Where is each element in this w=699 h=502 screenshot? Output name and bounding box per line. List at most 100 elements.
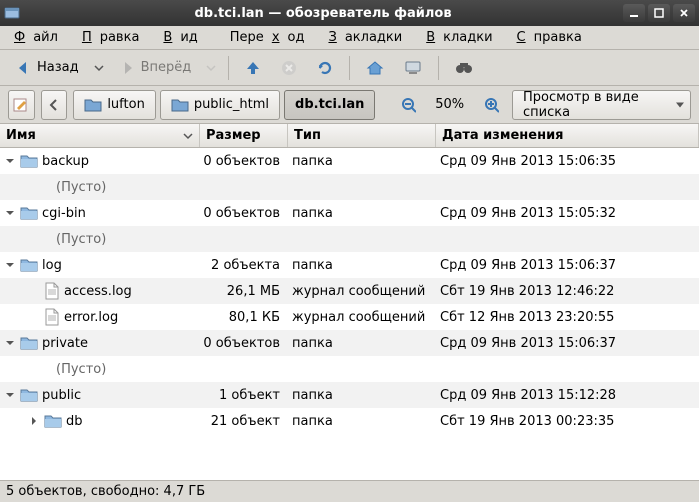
view-mode-label: Просмотр в виде списка — [523, 90, 670, 120]
item-type: папка — [288, 258, 436, 273]
item-size: 0 объектов — [200, 206, 288, 221]
computer-button[interactable] — [396, 54, 430, 82]
folder-row[interactable]: backup0 объектовпапкаСрд 09 Янв 2013 15:… — [0, 148, 699, 174]
view-mode-select[interactable]: Просмотр в виде списка — [512, 90, 691, 120]
item-date: Срд 09 Янв 2013 15:06:37 — [436, 258, 699, 273]
item-date: Сбт 12 Янв 2013 23:20:55 — [436, 310, 699, 325]
folder-icon — [20, 335, 38, 351]
chevron-left-icon — [49, 99, 59, 111]
folder-row[interactable]: log2 объектапапкаСрд 09 Янв 2013 15:06:3… — [0, 252, 699, 278]
item-name: db — [66, 414, 83, 429]
empty-row: (Пусто) — [0, 226, 699, 252]
folder-row[interactable]: cgi-bin0 объектовпапкаСрд 09 Янв 2013 15… — [0, 200, 699, 226]
location-bar: luftonpublic_htmldb.tci.lan 50% Просмотр… — [0, 86, 699, 124]
folder-row[interactable]: public1 объектпапкаСрд 09 Янв 2013 15:12… — [0, 382, 699, 408]
expand-toggle[interactable] — [4, 155, 16, 167]
arrow-right-icon — [119, 59, 137, 77]
back-button[interactable]: Назад — [8, 54, 86, 82]
file-row[interactable]: error.log 80,1 КБжурнал сообщенийСбт 12 Я… — [0, 304, 699, 330]
file-tree[interactable]: backup0 объектовпапкаСрд 09 Янв 2013 15:… — [0, 148, 699, 480]
binoculars-icon — [454, 59, 474, 77]
expand-toggle[interactable] — [4, 337, 16, 349]
maximize-button[interactable] — [648, 4, 670, 22]
up-button[interactable] — [237, 54, 269, 82]
zoom-in-button[interactable] — [476, 91, 506, 119]
titlebar: db.tci.lan — обозреватель файлов — [0, 0, 699, 26]
search-button[interactable] — [447, 54, 481, 82]
file-icon — [44, 308, 60, 326]
zoom-label: 50% — [429, 97, 470, 112]
empty-label: (Пусто) — [4, 180, 106, 195]
expand-toggle[interactable] — [28, 415, 40, 427]
folder-icon — [20, 205, 38, 221]
reload-button[interactable] — [309, 54, 341, 82]
folder-row[interactable]: private0 объектовпапкаСрд 09 Янв 2013 15… — [0, 330, 699, 356]
minimize-button[interactable] — [623, 4, 645, 22]
item-date: Сбт 19 Янв 2013 12:46:22 — [436, 284, 699, 299]
item-name: public — [42, 388, 81, 403]
status-text: 5 объектов, свободно: 4,7 ГБ — [6, 484, 205, 499]
home-icon — [365, 59, 385, 77]
expand-toggle[interactable] — [4, 389, 16, 401]
item-size: 2 объекта — [200, 258, 288, 273]
expand-toggle[interactable] — [4, 259, 16, 271]
forward-button: Вперёд — [112, 54, 199, 82]
close-button[interactable] — [673, 4, 695, 22]
folder-row[interactable]: db 21 объектпапкаСбт 19 Янв 2013 00:23:35 — [0, 408, 699, 434]
item-type: папка — [288, 336, 436, 351]
empty-label: (Пусто) — [4, 362, 106, 377]
file-row[interactable]: access.log26,1 МБжурнал сообщенийСбт 19 … — [0, 278, 699, 304]
separator — [228, 56, 229, 80]
item-size: 0 объектов — [200, 336, 288, 351]
zoom-in-icon — [483, 96, 499, 114]
chevron-down-icon — [94, 63, 104, 73]
home-button[interactable] — [358, 54, 392, 82]
menu-edit[interactable]: Правка — [74, 28, 155, 47]
expand-toggle[interactable] — [4, 207, 16, 219]
path-root-button[interactable] — [41, 90, 68, 120]
item-size: 21 объект — [200, 414, 288, 429]
column-name[interactable]: Имя — [0, 124, 200, 147]
item-date: Срд 09 Янв 2013 15:05:32 — [436, 206, 699, 221]
edit-path-button[interactable] — [8, 90, 35, 120]
zoom-out-icon — [400, 96, 416, 114]
toolbar: Назад Вперёд — [0, 50, 699, 86]
zoom-out-button[interactable] — [393, 91, 423, 119]
item-size: 80,1 КБ — [200, 310, 288, 325]
app-icon — [4, 5, 20, 21]
menu-file[interactable]: Файл — [6, 28, 74, 47]
item-type: папка — [288, 414, 436, 429]
empty-label: (Пусто) — [4, 232, 106, 247]
item-name: error.log — [64, 310, 118, 325]
item-date: Срд 09 Янв 2013 15:06:37 — [436, 336, 699, 351]
column-size[interactable]: Размер — [200, 124, 288, 147]
item-size: 1 объект — [200, 388, 288, 403]
arrow-left-icon — [15, 59, 33, 77]
item-size: 26,1 МБ — [200, 284, 288, 299]
menu-view[interactable]: Вид — [155, 28, 213, 47]
breadcrumb-item[interactable]: lufton — [73, 90, 156, 120]
computer-icon — [403, 59, 423, 77]
stop-button — [273, 54, 305, 82]
status-bar: 5 объектов, свободно: 4,7 ГБ — [0, 480, 699, 502]
item-name: backup — [42, 154, 89, 169]
item-type: журнал сообщений — [288, 310, 436, 325]
column-type[interactable]: Тип — [288, 124, 436, 147]
breadcrumb-item[interactable]: public_html — [160, 90, 280, 120]
menu-go[interactable]: Переход — [214, 28, 321, 47]
breadcrumb-item[interactable]: db.tci.lan — [284, 90, 375, 120]
column-header: Имя Размер Тип Дата изменения — [0, 124, 699, 148]
item-type: папка — [288, 206, 436, 221]
menu-tabs[interactable]: Вкладки — [418, 28, 508, 47]
menu-help[interactable]: Справка — [509, 28, 598, 47]
arrow-up-icon — [244, 59, 262, 77]
menu-bookmarks[interactable]: Закладки — [320, 28, 418, 47]
breadcrumb: luftonpublic_htmldb.tci.lan — [73, 90, 375, 120]
chevron-down-icon — [206, 63, 216, 73]
forward-history-button — [202, 54, 220, 82]
column-date[interactable]: Дата изменения — [436, 124, 699, 147]
sort-asc-icon — [183, 131, 193, 141]
folder-icon — [84, 97, 102, 113]
back-history-button[interactable] — [90, 54, 108, 82]
item-date: Сбт 19 Янв 2013 00:23:35 — [436, 414, 699, 429]
